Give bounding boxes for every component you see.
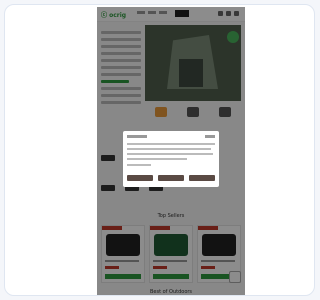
modal-heading bbox=[127, 135, 147, 138]
modal-option-button[interactable] bbox=[127, 175, 153, 181]
preview-card: ⓒ ocrig Top Sellers Best of Outdoors bbox=[4, 4, 315, 296]
cookie-consent-modal bbox=[123, 131, 219, 187]
modal-text-line bbox=[127, 143, 215, 145]
modal-text-line bbox=[127, 153, 213, 155]
modal-link[interactable] bbox=[127, 164, 151, 166]
modal-text-line bbox=[127, 148, 211, 150]
modal-text-line bbox=[127, 158, 187, 160]
modal-option-button[interactable] bbox=[158, 175, 184, 181]
modal-buttons bbox=[127, 175, 215, 181]
mobile-page-preview: ⓒ ocrig Top Sellers Best of Outdoors bbox=[97, 7, 245, 295]
modal-accept-button[interactable] bbox=[189, 175, 215, 181]
modal-close-link[interactable] bbox=[205, 135, 215, 138]
